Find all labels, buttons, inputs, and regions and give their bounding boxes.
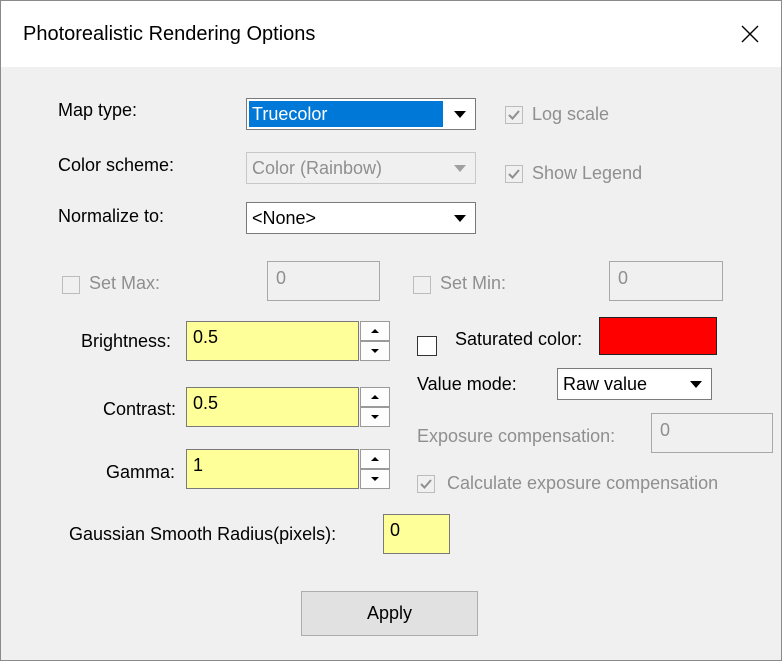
- close-button[interactable]: [719, 1, 781, 67]
- contrast-label: Contrast:: [103, 399, 177, 419]
- value-mode-label: Value mode:: [417, 374, 517, 394]
- map-type-value: Truecolor: [249, 101, 443, 127]
- exposure-compensation-input[interactable]: 0: [651, 413, 773, 453]
- show-legend-label: Show Legend: [532, 163, 643, 183]
- contrast-spinner[interactable]: [360, 387, 390, 427]
- close-icon: [741, 25, 759, 43]
- color-scheme-select[interactable]: Color (Rainbow): [246, 152, 476, 184]
- brightness-label: Brightness:: [81, 331, 172, 351]
- calc-exposure-checkbox[interactable]: [417, 475, 435, 493]
- arrow-down-icon[interactable]: [360, 341, 390, 361]
- gamma-spinner[interactable]: [360, 449, 390, 489]
- set-max-checkbox[interactable]: [62, 276, 80, 294]
- map-type-label: Map type:: [58, 100, 138, 120]
- chevron-down-icon[interactable]: [446, 100, 474, 128]
- gaussian-label: Gaussian Smooth Radius(pixels):: [69, 524, 337, 544]
- set-max-label: Set Max:: [89, 273, 161, 293]
- value-mode-select[interactable]: Raw value: [557, 368, 712, 400]
- set-max-input[interactable]: 0: [267, 261, 380, 301]
- arrow-up-icon[interactable]: [360, 321, 390, 341]
- arrow-down-icon[interactable]: [360, 407, 390, 427]
- chevron-down-icon[interactable]: [446, 154, 474, 182]
- normalize-value: <None>: [252, 208, 317, 228]
- checkmark-icon: [508, 169, 520, 179]
- saturated-color-label: Saturated color:: [455, 329, 583, 349]
- brightness-spinner[interactable]: [360, 321, 390, 361]
- arrow-up-icon[interactable]: [360, 449, 390, 469]
- color-scheme-value: Color (Rainbow): [252, 158, 383, 178]
- normalize-label: Normalize to:: [58, 206, 165, 226]
- value-mode-value: Raw value: [563, 374, 648, 394]
- checkmark-icon: [420, 479, 432, 489]
- brightness-input[interactable]: 0.5: [186, 321, 359, 361]
- window-title: Photorealistic Rendering Options: [23, 23, 316, 45]
- saturated-color-checkbox[interactable]: [417, 336, 437, 356]
- calc-exposure-label: Calculate exposure compensation: [447, 473, 719, 493]
- set-min-input[interactable]: 0: [609, 261, 723, 301]
- map-type-select[interactable]: Truecolor: [246, 98, 476, 130]
- checkmark-icon: [508, 110, 520, 120]
- dialog-window: Photorealistic Rendering Options Map typ…: [0, 0, 782, 661]
- show-legend-checkbox[interactable]: [505, 165, 523, 183]
- normalize-select[interactable]: <None>: [246, 202, 476, 234]
- apply-button[interactable]: Apply: [301, 591, 478, 636]
- color-scheme-label: Color scheme:: [58, 155, 175, 175]
- set-min-label: Set Min:: [440, 273, 507, 293]
- gamma-label: Gamma:: [106, 462, 176, 482]
- exposure-compensation-label: Exposure compensation:: [417, 426, 616, 446]
- gaussian-input[interactable]: 0: [383, 514, 450, 554]
- saturated-color-swatch[interactable]: [599, 317, 717, 355]
- arrow-up-icon[interactable]: [360, 387, 390, 407]
- title-bar: Photorealistic Rendering Options: [1, 1, 781, 67]
- set-min-checkbox[interactable]: [413, 276, 431, 294]
- gamma-input[interactable]: 1: [186, 449, 359, 489]
- contrast-input[interactable]: 0.5: [186, 387, 359, 427]
- log-scale-checkbox[interactable]: [505, 106, 523, 124]
- log-scale-label: Log scale: [532, 104, 610, 124]
- chevron-down-icon[interactable]: [446, 204, 474, 232]
- chevron-down-icon[interactable]: [682, 370, 710, 398]
- arrow-down-icon[interactable]: [360, 469, 390, 489]
